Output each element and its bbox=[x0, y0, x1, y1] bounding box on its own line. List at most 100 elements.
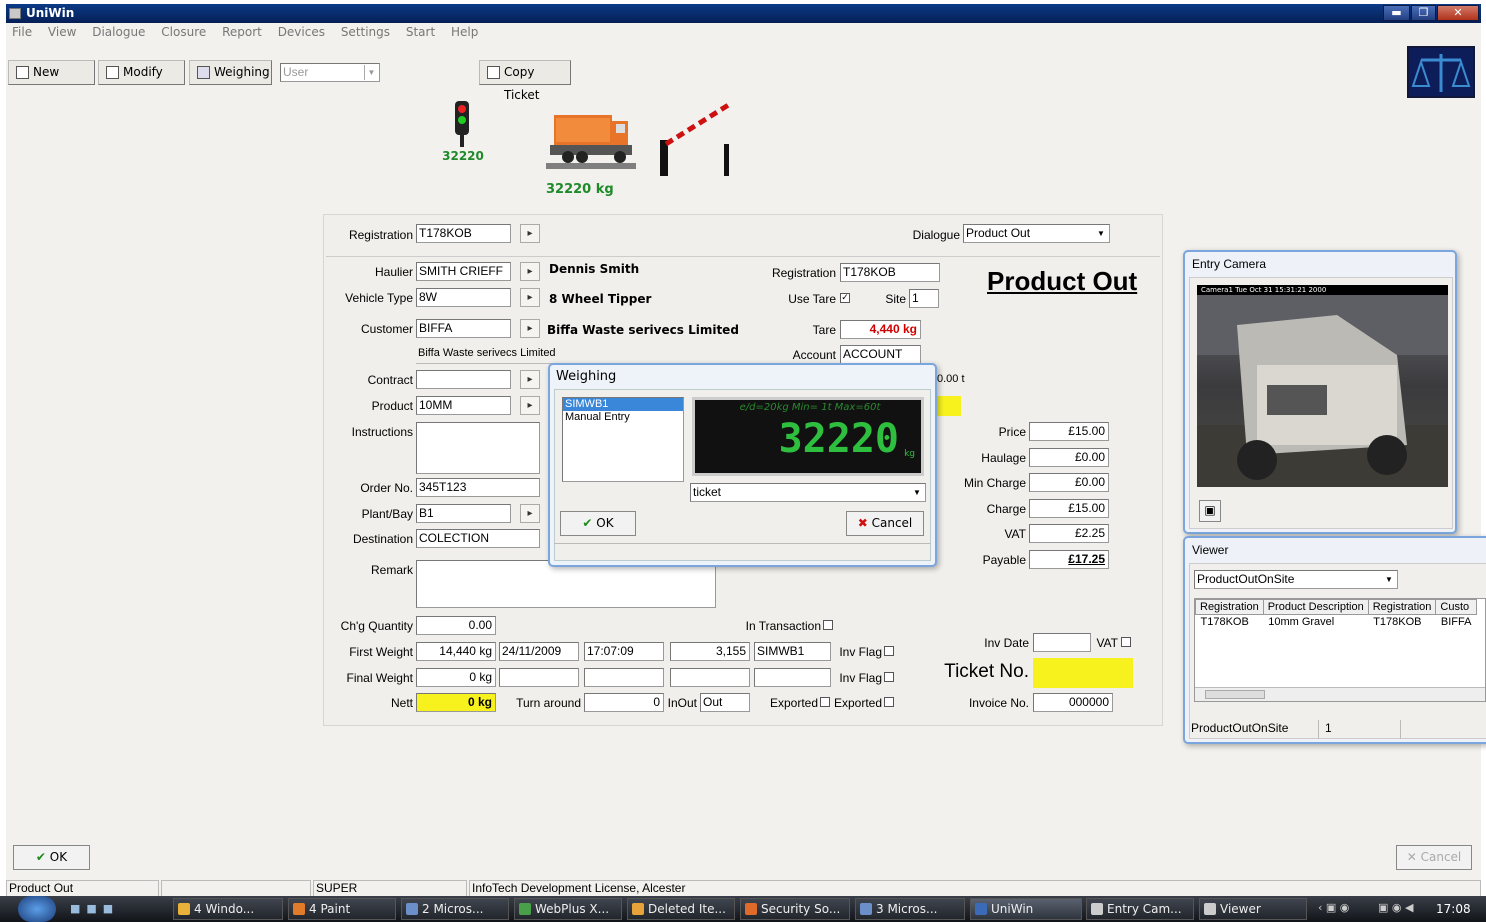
inv-flag-2-label: Inv Flag bbox=[839, 671, 882, 685]
taskbar-item[interactable]: 3 Micros... bbox=[855, 898, 965, 920]
exported-2-checkbox[interactable] bbox=[884, 697, 894, 707]
app-icon bbox=[9, 8, 21, 19]
taskbar-item[interactable]: Security So... bbox=[740, 898, 850, 920]
maximize-button[interactable]: ❐ bbox=[1411, 5, 1436, 21]
system-tray-icons[interactable]: ▣ ◉ ◀ bbox=[1378, 901, 1426, 914]
use-tare-checkbox[interactable]: ✓ bbox=[840, 293, 850, 303]
ticket-select[interactable]: ticket ▼ bbox=[690, 483, 926, 502]
taskbar-item[interactable]: 4 Windo... bbox=[173, 898, 283, 920]
ok-button[interactable]: ✔ OK bbox=[13, 845, 90, 870]
cancel-button[interactable]: ✕ Cancel bbox=[1396, 845, 1472, 870]
inv-flag-1-checkbox[interactable] bbox=[884, 646, 894, 656]
column-header[interactable]: Custo bbox=[1435, 599, 1477, 615]
taskbar-item[interactable]: Deleted Ite... bbox=[627, 898, 735, 920]
registration-lookup-icon[interactable]: ▸ bbox=[520, 224, 540, 243]
haulier-lookup-icon[interactable]: ▸ bbox=[520, 262, 540, 281]
viewer-select[interactable]: ProductOutOnSite ▼ bbox=[1194, 570, 1398, 589]
horizontal-scrollbar[interactable] bbox=[1195, 687, 1485, 701]
table-cell: 10mm Gravel bbox=[1268, 616, 1335, 628]
menu-help[interactable]: Help bbox=[451, 25, 478, 39]
chevron-down-icon[interactable]: ▼ bbox=[1094, 226, 1108, 241]
menu-devices[interactable]: Devices bbox=[278, 25, 325, 39]
taskbar-item[interactable]: WebPlus X... bbox=[514, 898, 622, 920]
customer-input[interactable]: BIFFA bbox=[416, 319, 511, 338]
in-transaction-checkbox[interactable] bbox=[823, 620, 833, 630]
scrollbar-thumb[interactable] bbox=[1205, 690, 1265, 699]
copy-ticket-button[interactable]: Copy Ticket bbox=[479, 60, 571, 102]
menu-start[interactable]: Start bbox=[406, 25, 435, 39]
weighing-ok-button[interactable]: ✔ OK bbox=[560, 511, 636, 536]
list-item[interactable]: SIMWB1 bbox=[563, 398, 683, 411]
menu-closure[interactable]: Closure bbox=[161, 25, 206, 39]
truck-icon bbox=[546, 115, 636, 169]
chevron-down-icon[interactable]: ▼ bbox=[1382, 572, 1396, 587]
vehicle-type-lookup-icon[interactable]: ▸ bbox=[520, 288, 540, 307]
quick-launch-icons[interactable]: ■■■ bbox=[70, 902, 140, 916]
table-row[interactable]: T178KOB 10mm Gravel T178KOB BIFFA bbox=[1196, 615, 1477, 630]
taskbar-item[interactable]: Entry Cam... bbox=[1086, 898, 1194, 920]
registration-2-input[interactable]: T178KOB bbox=[840, 263, 940, 282]
status-user: SUPER bbox=[313, 880, 467, 897]
weighbridge-list[interactable]: SIMWB1 Manual Entry bbox=[562, 397, 684, 482]
user-select[interactable]: User ▼ bbox=[280, 63, 380, 82]
camera-snapshot-button[interactable]: ▣ bbox=[1199, 500, 1221, 522]
remark-textarea[interactable] bbox=[416, 560, 716, 608]
min-charge-value[interactable]: £0.00 bbox=[1029, 473, 1109, 492]
weighing-cancel-button[interactable]: ✖ Cancel bbox=[846, 511, 924, 536]
tray-icons[interactable]: ‹ ▣ ◉ bbox=[1318, 901, 1376, 914]
exported-1-label: Exported bbox=[769, 696, 818, 710]
table-cell: BIFFA bbox=[1440, 616, 1472, 628]
plant-bay-lookup-icon[interactable]: ▸ bbox=[520, 504, 540, 523]
list-item[interactable]: Manual Entry bbox=[563, 411, 683, 424]
chevron-down-icon[interactable]: ▼ bbox=[364, 65, 378, 80]
menu-file[interactable]: File bbox=[12, 25, 32, 39]
column-header[interactable]: Product Description bbox=[1262, 599, 1369, 615]
taskbar-item-active[interactable]: UniWin bbox=[970, 898, 1082, 920]
product-input[interactable]: 10MM bbox=[416, 396, 511, 415]
weighing-button[interactable]: Weighing bbox=[189, 60, 272, 85]
column-header[interactable]: Registration bbox=[1367, 599, 1437, 615]
contract-input[interactable] bbox=[416, 370, 511, 389]
inv-flag-2-checkbox[interactable] bbox=[884, 672, 894, 682]
minimize-button[interactable]: ▬ bbox=[1383, 5, 1410, 21]
haulier-input[interactable]: SMITH CRIEFF bbox=[416, 262, 511, 281]
registration-input[interactable]: T178KOB bbox=[416, 224, 511, 243]
entry-camera-title: Entry Camera bbox=[1192, 257, 1267, 271]
close-button[interactable]: ✕ bbox=[1437, 5, 1479, 21]
taskbar-item[interactable]: Viewer bbox=[1199, 898, 1307, 920]
chg-quantity-input[interactable]: 0.00 bbox=[416, 616, 496, 635]
weighing-status-strip bbox=[554, 543, 931, 561]
ticket-no-value bbox=[1033, 658, 1133, 688]
site-input[interactable]: 1 bbox=[909, 289, 939, 308]
start-orb-icon[interactable] bbox=[18, 896, 56, 922]
viewer-grid[interactable]: Registration Product Description Registr… bbox=[1194, 598, 1486, 702]
user-value: User bbox=[283, 65, 309, 79]
destination-input[interactable]: COLECTION bbox=[416, 529, 540, 548]
nett-label: Nett bbox=[390, 696, 413, 710]
instructions-textarea[interactable] bbox=[416, 422, 540, 474]
new-doc-icon bbox=[16, 66, 29, 79]
inv-date-input[interactable] bbox=[1033, 633, 1091, 652]
plant-bay-input[interactable]: B1 bbox=[416, 504, 511, 523]
new-button[interactable]: New bbox=[8, 60, 95, 85]
account-input[interactable]: ACCOUNT bbox=[840, 345, 921, 364]
dialogue-select[interactable]: Product Out ▼ bbox=[963, 224, 1110, 243]
vat-flag-checkbox[interactable] bbox=[1121, 637, 1131, 647]
menu-settings[interactable]: Settings bbox=[341, 25, 390, 39]
vehicle-type-input[interactable]: 8W bbox=[416, 288, 511, 307]
price-value[interactable]: £15.00 bbox=[1029, 422, 1109, 441]
chevron-down-icon[interactable]: ▼ bbox=[910, 485, 924, 500]
order-no-input[interactable]: 345T123 bbox=[416, 478, 540, 497]
menu-view[interactable]: View bbox=[48, 25, 76, 39]
product-lookup-icon[interactable]: ▸ bbox=[520, 396, 540, 415]
viewer-window: Viewer ProductOutOnSite ▼ Registration Pr… bbox=[1183, 536, 1486, 744]
column-header[interactable]: Registration bbox=[1195, 599, 1264, 615]
taskbar-item[interactable]: 2 Micros... bbox=[401, 898, 509, 920]
menu-report[interactable]: Report bbox=[222, 25, 262, 39]
modify-button[interactable]: Modify bbox=[98, 60, 185, 85]
menu-dialogue[interactable]: Dialogue bbox=[92, 25, 145, 39]
contract-lookup-icon[interactable]: ▸ bbox=[520, 370, 540, 389]
haulage-value[interactable]: £0.00 bbox=[1029, 448, 1109, 467]
taskbar-item[interactable]: 4 Paint bbox=[288, 898, 396, 920]
customer-lookup-icon[interactable]: ▸ bbox=[520, 319, 540, 338]
